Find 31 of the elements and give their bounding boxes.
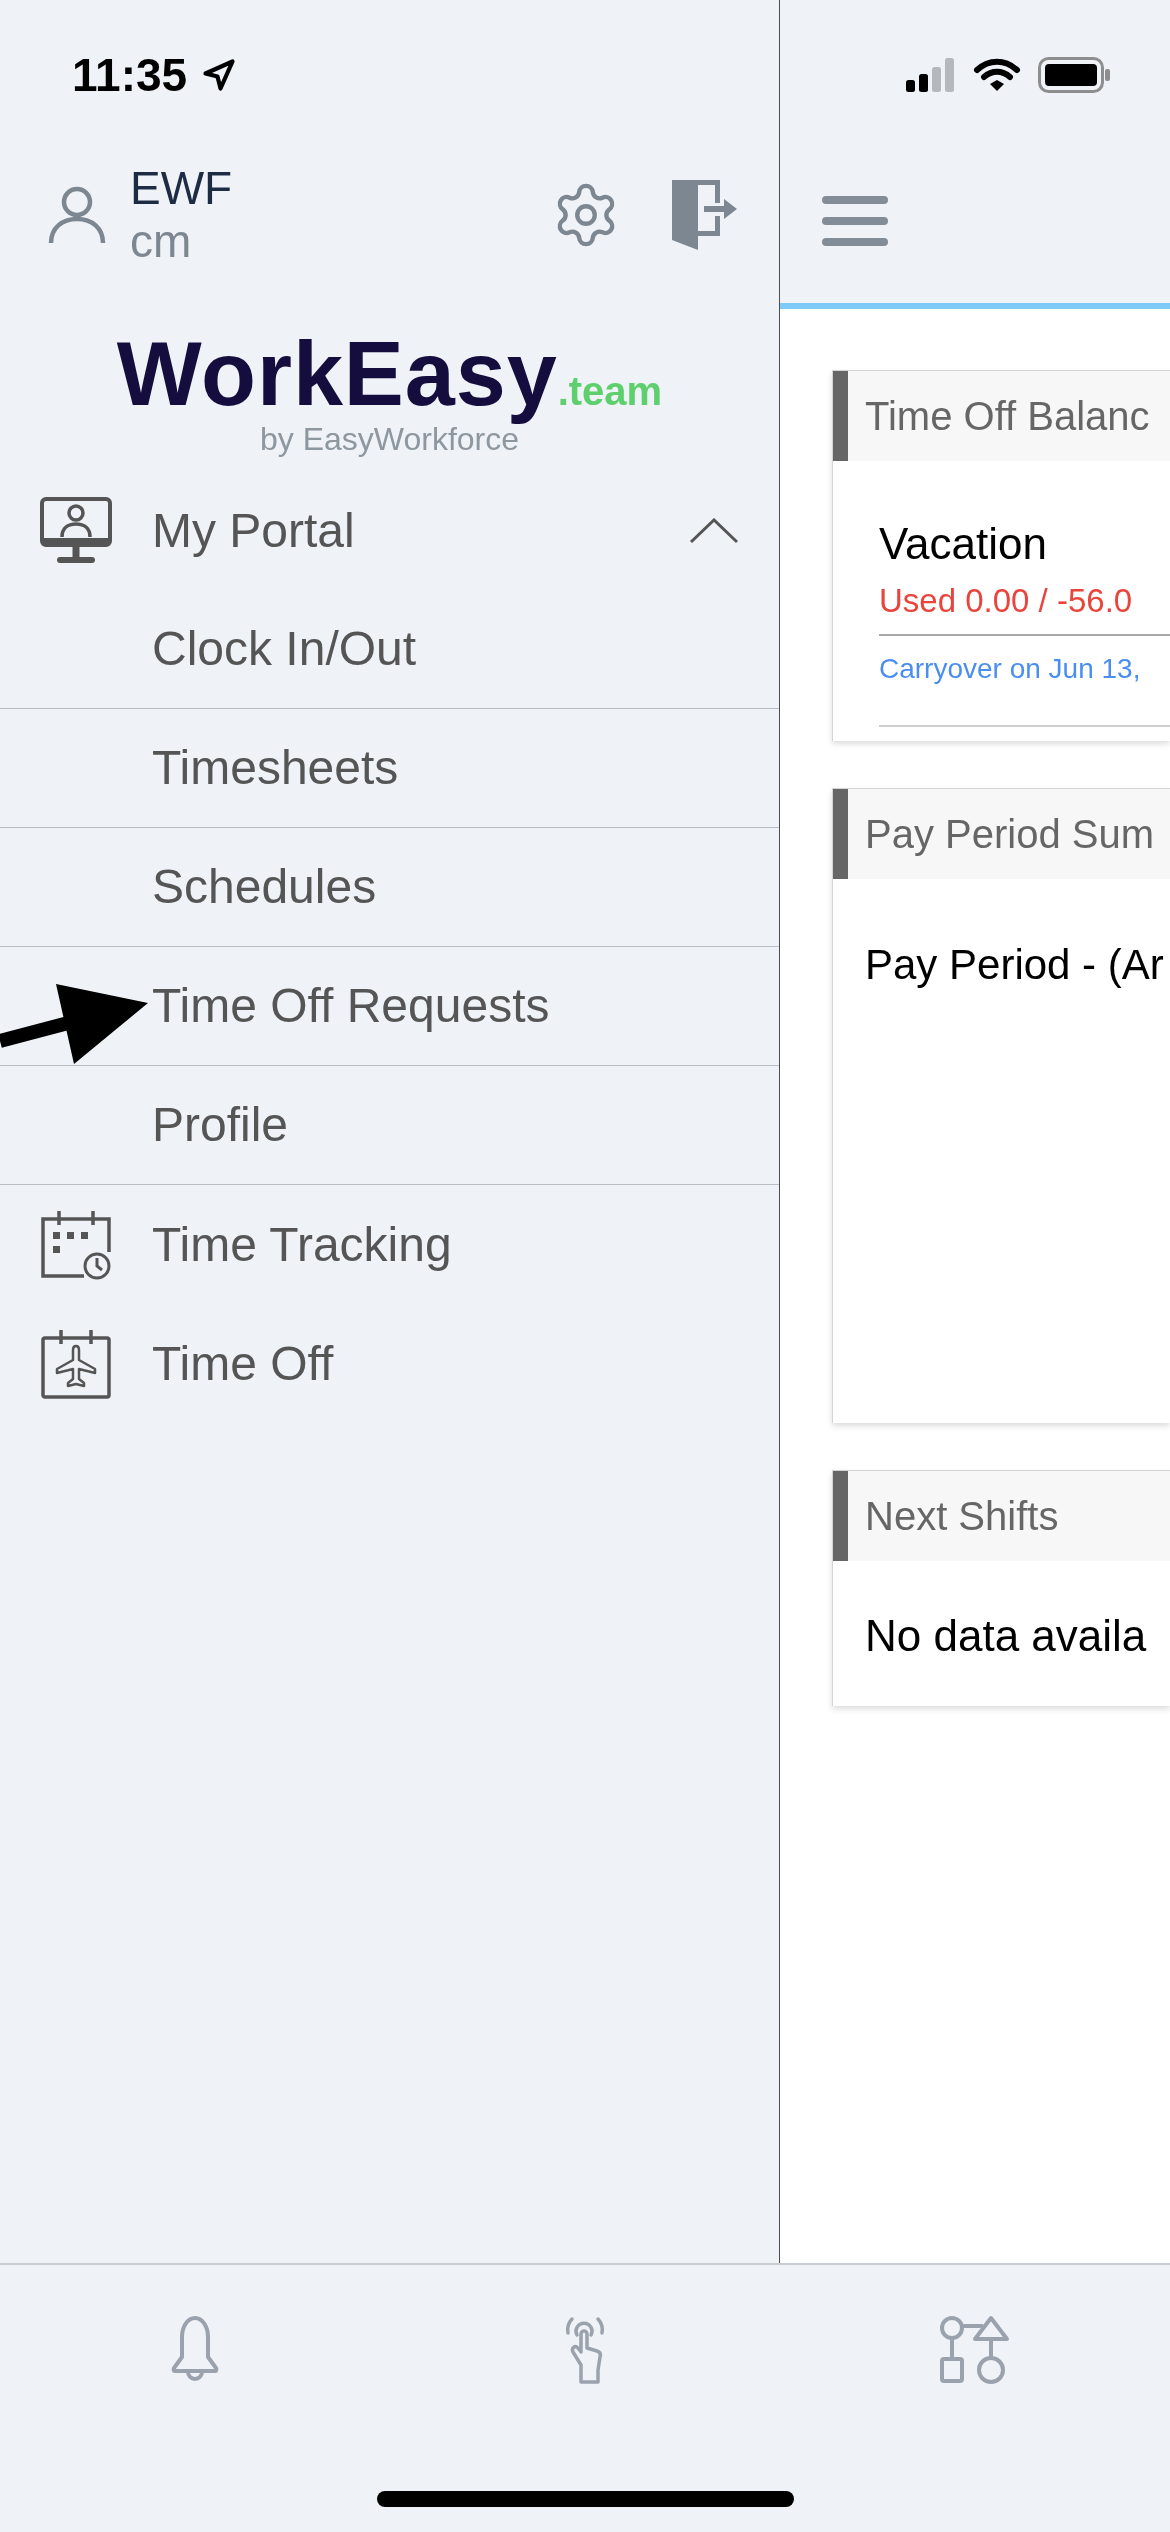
menu-icon[interactable] xyxy=(822,196,888,246)
battery-icon xyxy=(1038,57,1110,93)
location-arrow-icon xyxy=(201,57,238,93)
menu-item[interactable]: My Portal xyxy=(0,471,779,590)
pay-period-label: Pay Period - (Ar xyxy=(865,941,1164,988)
submenu-item[interactable]: Schedules xyxy=(152,827,377,947)
shapes-icon[interactable] xyxy=(939,2315,1011,2385)
user-icon xyxy=(48,186,106,244)
menu-item[interactable]: Time Off xyxy=(0,1304,779,1423)
submenu-item[interactable]: Profile xyxy=(152,1065,289,1185)
wifi-icon xyxy=(973,58,1021,92)
carryover-note: Carryover on Jun 13, xyxy=(879,653,1141,685)
card-title: Next Shifts xyxy=(865,1493,1059,1540)
balance-usage: Used 0.00 / -56.0 xyxy=(879,581,1133,621)
calendar-clock-icon xyxy=(41,1209,111,1280)
menu-item[interactable]: Time Tracking xyxy=(0,1185,779,1304)
status-time: 11:35 xyxy=(72,52,188,98)
user-account: cm xyxy=(130,215,192,268)
empty-message: No data availa xyxy=(865,1611,1147,1660)
exit-door-icon[interactable] xyxy=(672,180,737,250)
logo-suffix: .team xyxy=(557,369,663,413)
submenu-item[interactable]: Timesheets xyxy=(152,708,399,828)
balance-name: Vacation xyxy=(879,519,1047,569)
submenu-item[interactable]: Clock In/Out xyxy=(152,589,417,709)
submenu-item[interactable]: Time Off Requests xyxy=(152,946,550,1066)
card-title: Pay Period Sum xyxy=(865,811,1155,858)
signal-icon xyxy=(906,58,956,92)
monitor-user-icon xyxy=(40,496,112,565)
card-title: Time Off Balanc xyxy=(865,393,1150,440)
user-name: EWF xyxy=(130,162,233,215)
calendar-plane-icon xyxy=(41,1328,111,1399)
